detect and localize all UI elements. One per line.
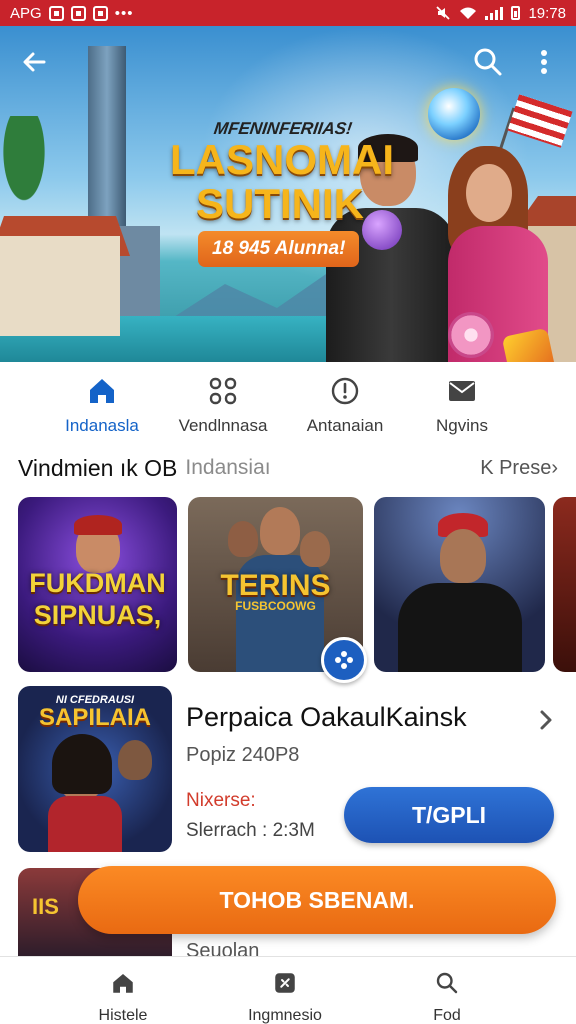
thumb-character-body [48,796,122,852]
hero-house-left [0,236,120,336]
card-hat [74,515,122,535]
carousel-card[interactable]: FUKDMAN SIPNUAS, [18,497,177,672]
more-options-button[interactable] [530,46,558,78]
card-character-2 [228,521,258,557]
chevron-right-icon[interactable] [534,706,558,734]
controller-icon [335,651,353,669]
tab-label: Ngvins [436,416,488,435]
more-vertical-icon [541,50,547,74]
tab-label: Indanasla [65,416,139,435]
promo-button[interactable]: TOHOB SBENAM. [78,866,556,934]
status-left: APG ••• [10,5,133,22]
thumb-title: SAPILAIA [38,704,151,731]
card-character [260,507,300,555]
card-title: TERINS [220,569,331,602]
status-bar: APG ••• 19:78 [0,0,576,26]
featured-app-item[interactable]: NI CFEDRAUSI SAPILAIA Perpaica OakaulKai… [0,686,576,856]
game-controller-badge [321,637,367,683]
nav-label: Fod [433,1007,461,1024]
featured-size: Slerrach : 2:3M [186,820,315,841]
hero-palm [0,116,60,236]
apps-icon [275,973,295,993]
thumb-character-2 [118,740,152,780]
tab-vendlnnasa[interactable]: Vendlnnasa [173,362,273,436]
search-button[interactable] [472,46,504,78]
mail-icon [449,381,475,401]
home-icon [113,974,133,993]
grid-icon [209,377,237,405]
search-icon [436,972,458,994]
tab-label: Vendlnnasa [178,416,268,435]
item-thumb-title: IIS [32,894,59,919]
install-button[interactable]: T/GPLI [344,787,554,843]
featured-title: Perpaica OakaulKainsk [186,702,467,732]
nav-item-fod[interactable]: Fod [387,957,507,1024]
section-header: Vindmien ık OB Indansiaı K Prese› [18,452,558,484]
more-circle-icon [331,377,359,405]
section-title: Vindmien ık OB [18,454,178,481]
battery-icon [511,6,521,20]
tab-ngvins[interactable]: Ngvins [412,362,512,436]
signal-icon [485,6,504,20]
hero-banner[interactable]: MFENINFERIIAS! LASNOMAI SUTINIK 18 945 A… [0,26,576,362]
hero-flower [448,312,494,358]
see-more-link[interactable]: K Prese› [480,457,558,480]
game-carousel: FUKDMAN SIPNUAS, TERINS FUSBCOOWG [0,497,576,673]
bottom-navigation: Histele Ingmnesio Fod [0,956,576,1024]
category-tabs: Indanasla Vendlnnasa Antanaian Ngvins [0,362,576,444]
hero-pill: 18 945 Alunna! [198,231,360,267]
tab-label: Antanaian [306,416,384,435]
card-title: FUKDMAN SIPNUAS, [29,568,166,630]
thumb-hair [52,734,112,794]
more-notifications-dots: ••• [114,4,134,22]
home-icon [90,379,114,403]
section-subtitle: Indansiaı [185,456,271,479]
search-icon [474,48,502,76]
card-character [440,529,486,583]
nav-label: Histele [98,1007,148,1024]
carousel-card-partial[interactable] [553,497,576,672]
featured-meta: Popiz 240P8 [186,744,300,766]
tab-antanaian[interactable]: Antanaian [295,362,395,436]
notification-icon-2 [70,5,86,21]
featured-label: Nixerse: [186,790,256,811]
tab-indanasla[interactable]: Indanasla [52,362,152,436]
wifi-icon [460,7,477,19]
hero-title: LASNOMAI SUTINIK [170,136,394,227]
clock: 19:78 [528,4,566,22]
nav-item-histele[interactable]: Histele [63,957,183,1024]
nav-label: Ingmnesio [248,1007,322,1024]
featured-thumbnail[interactable]: NI CFEDRAUSI SAPILAIA [18,686,172,852]
mute-icon [436,6,451,20]
notification-icon [48,5,64,21]
back-button[interactable] [18,46,50,78]
nav-item-ingmnesio[interactable]: Ingmnesio [225,957,345,1024]
back-arrow-icon [23,52,46,72]
card-subtitle: FUSBCOOWG [235,599,316,613]
card-character-3 [300,531,330,567]
carrier-label: APG [10,4,42,22]
hero-orb [428,88,480,140]
carousel-card[interactable] [374,497,545,672]
status-right: 19:78 [435,5,566,22]
notification-icon-3 [92,5,108,21]
card-character-body [398,583,522,672]
